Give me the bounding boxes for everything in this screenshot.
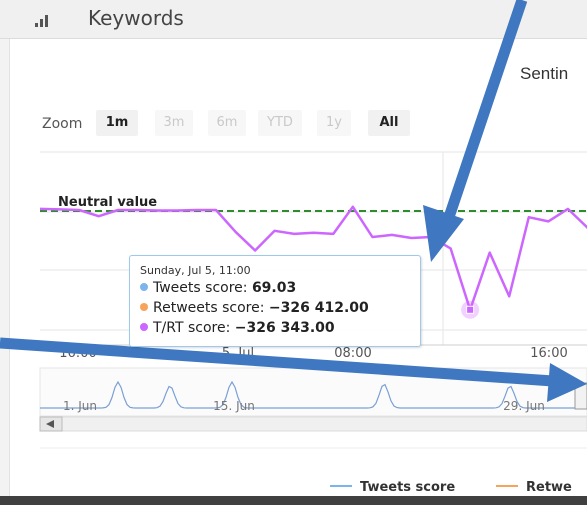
scrollbar-track: [39, 416, 587, 432]
tooltip-row-tweets: Tweets score: 69.03: [140, 280, 296, 296]
x-tick-label: 08:00: [334, 346, 371, 361]
legend-line-icon: [496, 485, 518, 487]
tweets-dot-icon: [140, 283, 148, 291]
tooltip-value: −326 343.00: [234, 320, 335, 336]
legend-item-retweets[interactable]: Retwe: [496, 480, 572, 495]
legend-label: Retwe: [526, 480, 572, 495]
legend-item-tweets[interactable]: Tweets score: [330, 480, 455, 495]
x-tick-label: 16:00: [530, 346, 567, 361]
retweets-dot-icon: [140, 303, 148, 311]
tooltip-row-trt: T/RT score: −326 343.00: [140, 320, 335, 336]
navigator-tick-label: 29. Jun: [503, 399, 545, 413]
annotation-arrow-top-shaft: [440, 0, 528, 228]
tooltip-label: Tweets score:: [153, 280, 248, 296]
trt-dot-icon: [140, 323, 148, 331]
navigator-tick-label: 15. Jun: [213, 399, 255, 413]
legend-label: Tweets score: [360, 480, 456, 495]
legend-line-icon: [330, 485, 352, 487]
navigator-tick-label: 1. Jun: [63, 399, 97, 413]
tooltip-value: 69.03: [251, 280, 297, 296]
app-frame: Keywords Sentin Zoom 1m 3m 6m YTD 1y All Neut…: [0, 0, 587, 505]
chart-svg[interactable]: Neutral value16:005. Jul08:0016:001. Jun…: [0, 0, 587, 505]
tooltip-label: T/RT score:: [153, 320, 231, 336]
tooltip-label: Retweets score:: [153, 300, 265, 316]
tooltip-date: Sunday, Jul 5, 11:00: [140, 264, 251, 277]
bottom-bar: [0, 496, 587, 505]
neutral-value-label: Neutral value: [58, 195, 157, 210]
hover-point: [466, 305, 475, 314]
tooltip-row-retweets: Retweets score: −326 412.00: [140, 300, 369, 316]
tooltip-value: −326 412.00: [268, 300, 369, 316]
chart-tooltip: Sunday, Jul 5, 11:00 Tweets score: 69.03…: [129, 255, 421, 347]
